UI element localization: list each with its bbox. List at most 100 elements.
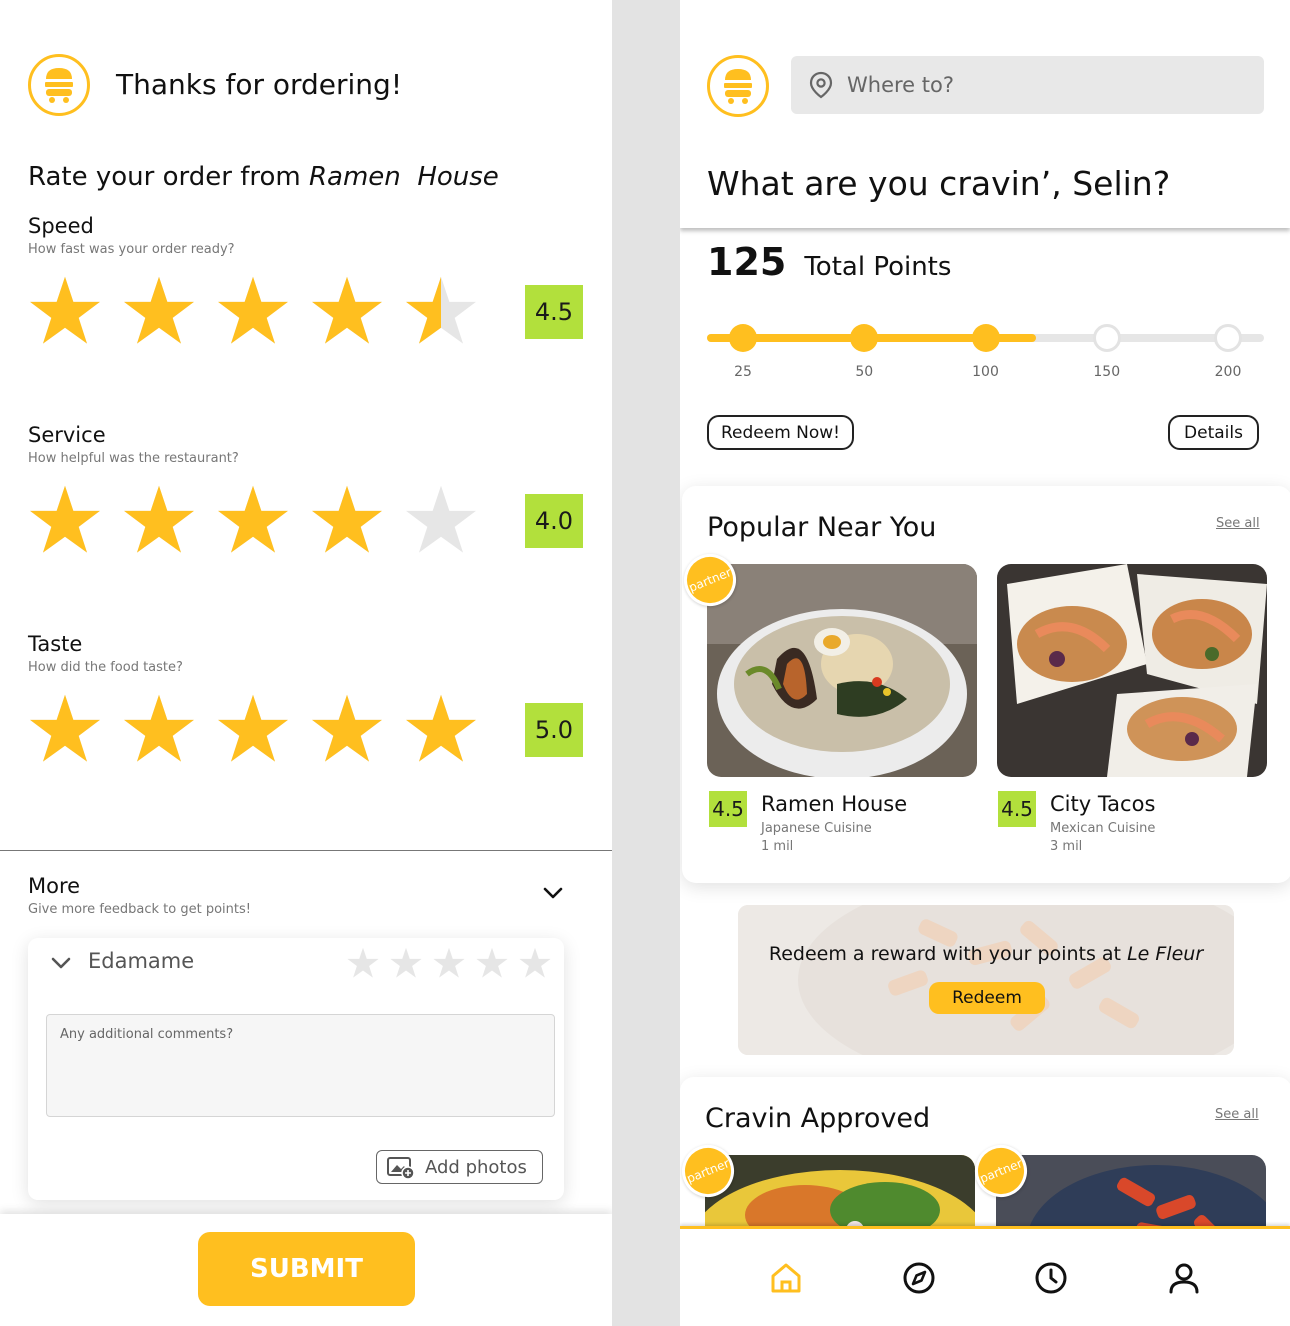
nav-profile[interactable] [1164, 1258, 1204, 1298]
ramen-photo [707, 564, 977, 777]
clock-icon [1035, 1262, 1067, 1293]
taste-rating-section: Taste How did the food taste? 5.0 [28, 632, 588, 762]
star-1[interactable] [18, 276, 112, 346]
star-4[interactable] [300, 276, 394, 346]
item-feedback-card: Edamame Any additional comments? Add pho… [28, 938, 564, 1200]
item-star-rating[interactable] [346, 946, 561, 984]
redeem-button[interactable]: Redeem [929, 982, 1045, 1014]
category-subtitle: How fast was your order ready? [28, 242, 235, 257]
star-5[interactable] [394, 276, 488, 346]
rating-screen: Thanks for ordering! Rate your order fro… [0, 0, 612, 1326]
cuisine-label: Japanese Cuisine [761, 821, 872, 836]
star-icon [218, 485, 288, 553]
star-1[interactable] [18, 694, 112, 764]
chevron-down-icon[interactable] [50, 956, 72, 970]
star-4[interactable] [300, 694, 394, 764]
milestone-dot [1092, 324, 1121, 352]
add-photos-button[interactable]: Add photos [376, 1150, 543, 1184]
bottom-bar: SUBMIT [0, 1214, 612, 1326]
star-2[interactable] [112, 485, 206, 555]
reward-banner: Redeem a reward with your points at Le F… [738, 905, 1234, 1055]
milestone-dot [1214, 324, 1242, 352]
milestone-label: 100 [972, 364, 999, 380]
star-3[interactable] [206, 694, 300, 764]
category-subtitle: How did the food taste? [28, 660, 183, 675]
app-logo [28, 54, 90, 116]
restaurant-name[interactable]: Ramen House [761, 792, 907, 816]
salad-photo [705, 1155, 975, 1237]
category-title: Service [28, 423, 106, 447]
star-2[interactable] [112, 276, 206, 346]
star-icon [406, 485, 476, 553]
ramen-image[interactable] [707, 564, 977, 777]
submit-button[interactable]: SUBMIT [198, 1232, 415, 1306]
approved-food-image[interactable] [996, 1155, 1266, 1237]
approved-food-image[interactable] [705, 1155, 975, 1237]
rating-badge: 4.5 [709, 791, 747, 827]
star-3[interactable] [206, 485, 300, 555]
nav-history[interactable] [1031, 1258, 1071, 1298]
cuisine-label: Mexican Cuisine [1050, 821, 1156, 836]
star-icon [124, 694, 194, 762]
item-star-5[interactable] [518, 946, 561, 984]
item-star-3[interactable] [432, 946, 475, 984]
home-screen: Where to? What are you cravin’, Selin? 1… [680, 0, 1290, 1326]
approved-section: Cravin Approved See all partner partner [680, 1077, 1290, 1237]
item-star-2[interactable] [389, 946, 432, 984]
star-3[interactable] [206, 276, 300, 346]
comment-input[interactable]: Any additional comments? [46, 1014, 555, 1117]
distance-label: 3 mil [1050, 839, 1083, 854]
details-button[interactable]: Details [1168, 415, 1259, 450]
pasta-photo [996, 1155, 1266, 1237]
star-2[interactable] [112, 694, 206, 764]
home-header: Where to? What are you cravin’, Selin? [680, 0, 1290, 228]
tacos-photo [997, 564, 1267, 777]
milestone-label: 200 [1214, 364, 1242, 380]
star-4[interactable] [300, 485, 394, 555]
redeem-now-button[interactable]: Redeem Now! [707, 415, 854, 450]
more-section[interactable]: More Give more feedback to get points! [28, 874, 588, 917]
nav-home[interactable] [766, 1258, 806, 1298]
milestone-dot [729, 324, 757, 352]
popular-title: Popular Near You [707, 512, 937, 543]
reward-text: Redeem a reward with your points at Le F… [738, 943, 1234, 965]
star-rating [18, 485, 488, 555]
pasta-banner-photo [738, 905, 1234, 1055]
star-icon [406, 276, 476, 344]
approved-title: Cravin Approved [705, 1103, 931, 1134]
add-photo-icon [387, 1157, 415, 1179]
star-5[interactable] [394, 694, 488, 764]
compass-icon [903, 1262, 935, 1293]
star-icon [433, 947, 465, 978]
points-progress: 25 50 100 150 200 [707, 322, 1264, 382]
star-icon [124, 276, 194, 344]
category-subtitle: How helpful was the restaurant? [28, 451, 239, 466]
burger-logo-icon [45, 68, 73, 103]
see-all-link[interactable]: See all [1215, 1107, 1259, 1122]
chevron-down-icon[interactable] [542, 886, 564, 900]
points-value: 125 [707, 240, 787, 284]
item-star-4[interactable] [475, 946, 518, 984]
home-icon [771, 1263, 801, 1292]
tacos-image[interactable] [997, 564, 1267, 777]
rating-badge: 4.5 [998, 791, 1036, 827]
star-icon [218, 694, 288, 762]
burger-logo-icon [724, 69, 752, 104]
search-bar[interactable]: Where to? [791, 56, 1264, 114]
location-pin-icon [809, 71, 833, 99]
service-rating-section: Service How helpful was the restaurant? … [28, 423, 588, 553]
points-label: Total Points [804, 252, 952, 282]
star-5[interactable] [394, 485, 488, 555]
star-icon [312, 694, 382, 762]
star-icon [30, 276, 100, 344]
milestone-label: 50 [855, 364, 874, 380]
item-star-1[interactable] [346, 946, 389, 984]
star-1[interactable] [18, 485, 112, 555]
star-icon [476, 947, 508, 978]
popular-section: Popular Near You See all partner 4.5 Ram… [680, 486, 1290, 883]
search-input[interactable]: Where to? [847, 73, 954, 97]
restaurant-name[interactable]: City Tacos [1050, 792, 1155, 816]
see-all-link[interactable]: See all [1216, 516, 1260, 531]
star-icon [347, 947, 379, 978]
nav-explore[interactable] [899, 1258, 939, 1298]
